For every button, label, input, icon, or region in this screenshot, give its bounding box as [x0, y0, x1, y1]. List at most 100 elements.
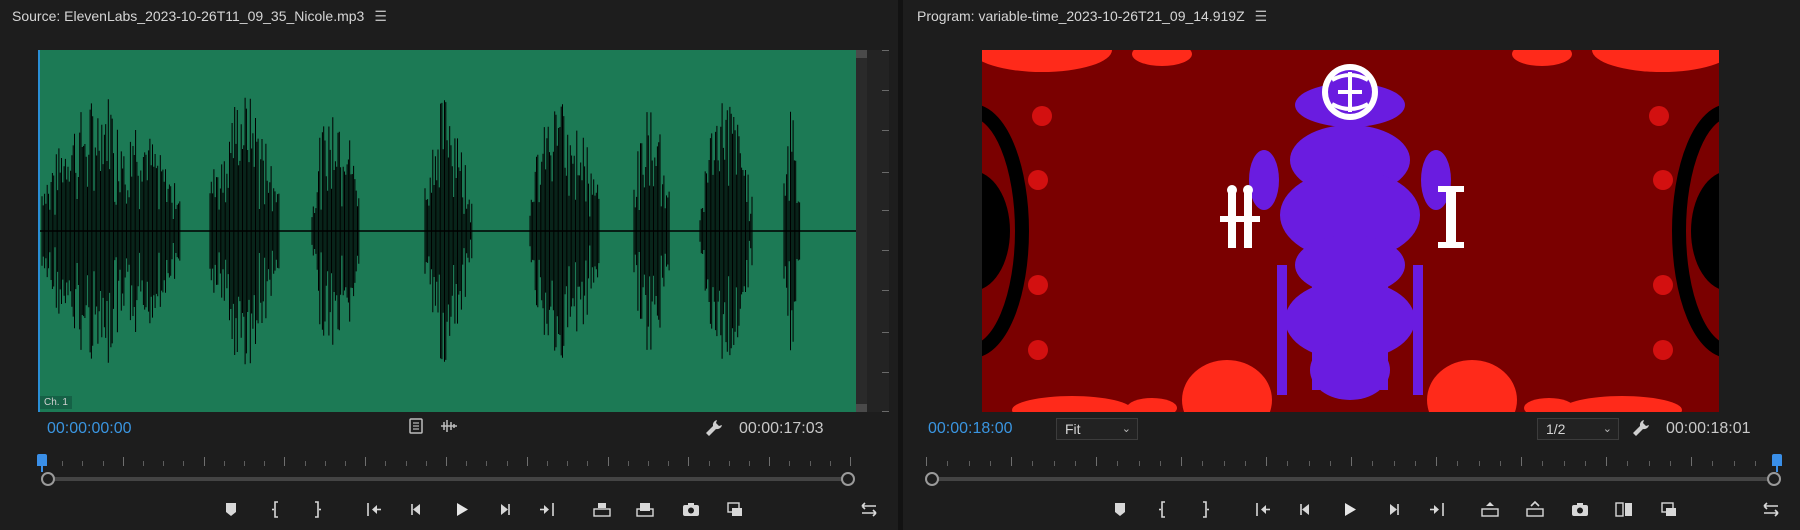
program-current-timecode[interactable]: 00:00:18:00	[928, 420, 1013, 438]
source-duration-timecode: 00:00:17:03	[739, 420, 824, 437]
waveform-graphic	[40, 97, 858, 365]
video-frame-graphic	[982, 50, 1719, 412]
time-ruler-tick	[648, 461, 649, 466]
go-to-in-button[interactable]	[1252, 498, 1276, 522]
scrollbar-top-handle[interactable]	[856, 50, 867, 58]
mark-out-button[interactable]	[1193, 498, 1217, 522]
play-button[interactable]	[450, 498, 474, 522]
go-to-out-button[interactable]	[1425, 498, 1449, 522]
time-ruler-tick	[1351, 457, 1352, 466]
ruler-tick	[882, 50, 889, 51]
scrollbar-bottom-handle[interactable]	[856, 404, 867, 412]
button-editor-icon	[1761, 500, 1781, 520]
lift-button[interactable]	[1478, 498, 1502, 522]
waveform-vertical-scrollbar[interactable]	[856, 50, 867, 412]
program-zoom-scrollbar[interactable]	[932, 477, 1772, 481]
step-forward-button[interactable]	[1382, 498, 1406, 522]
go-to-in-icon	[365, 500, 385, 520]
time-ruler-tick	[264, 461, 266, 466]
time-ruler-tick	[1691, 457, 1692, 466]
time-ruler-tick	[1648, 461, 1650, 466]
time-ruler-tick	[102, 461, 104, 466]
time-ruler-tick	[688, 457, 690, 466]
source-title-text: Source: ElevenLabs_2023-10-26T11_09_35_N…	[12, 8, 365, 24]
hamburger-icon[interactable]: ☰	[1255, 8, 1268, 24]
source-zoom-scrollbar[interactable]	[48, 477, 846, 481]
audio-waveform[interactable]	[38, 50, 858, 412]
go-to-in-button[interactable]	[363, 498, 387, 522]
time-ruler-tick	[1138, 461, 1140, 466]
step-back-button[interactable]	[1294, 498, 1318, 522]
hamburger-icon[interactable]: ☰	[374, 8, 387, 24]
step-forward-button[interactable]	[493, 498, 517, 522]
program-time-ruler[interactable]	[926, 456, 1777, 466]
toggle-proxies-button[interactable]	[723, 498, 747, 522]
drag-audio-only-icon[interactable]	[440, 419, 458, 433]
export-frame-icon	[1570, 500, 1590, 520]
toggle-proxies-button[interactable]	[1657, 498, 1681, 522]
time-ruler-tick	[405, 461, 407, 466]
channel-label: Ch. 1	[40, 396, 72, 409]
button-editor-button[interactable]	[1759, 498, 1783, 522]
time-ruler-tick	[708, 461, 710, 466]
playback-resolution-select[interactable]: 1/2 ⌄	[1537, 418, 1619, 440]
mark-out-icon	[307, 500, 327, 520]
insert-button[interactable]	[590, 498, 614, 522]
time-ruler-tick	[1606, 457, 1607, 466]
mark-in-button[interactable]	[266, 498, 290, 522]
program-zoom-right-handle[interactable]	[1767, 472, 1781, 486]
program-zoom-left-handle[interactable]	[925, 472, 939, 486]
program-video-frame[interactable]	[982, 50, 1719, 412]
comparison-view-button[interactable]	[1612, 498, 1636, 522]
chevron-down-icon: ⌄	[1121, 423, 1131, 435]
time-ruler-tick	[122, 457, 124, 466]
source-playhead[interactable]	[37, 454, 47, 472]
extract-button[interactable]	[1523, 498, 1547, 522]
chevron-down-icon: ⌄	[1602, 423, 1612, 435]
program-playhead[interactable]	[1772, 454, 1782, 472]
play-icon	[452, 500, 472, 520]
insert-icon	[592, 500, 612, 520]
button-editor-button[interactable]	[857, 498, 881, 522]
play-button[interactable]	[1338, 498, 1362, 522]
time-ruler-tick	[926, 457, 927, 466]
source-time-ruler[interactable]	[42, 456, 851, 466]
export-frame-button[interactable]	[679, 498, 703, 522]
export-frame-button[interactable]	[1568, 498, 1592, 522]
add-marker-button[interactable]	[1109, 498, 1133, 522]
source-zoom-left-handle[interactable]	[41, 472, 55, 486]
time-ruler-tick	[829, 461, 831, 466]
time-ruler-tick	[547, 461, 548, 466]
settings-wrench-icon[interactable]	[1631, 418, 1651, 438]
time-ruler-tick	[789, 461, 791, 466]
ruler-tick	[882, 210, 889, 211]
add-marker-button[interactable]	[220, 498, 244, 522]
time-ruler-tick	[1244, 461, 1246, 466]
drag-video-only-icon[interactable]	[408, 418, 424, 434]
time-ruler-tick	[1096, 457, 1097, 466]
ruler-tick	[882, 250, 889, 251]
time-ruler-tick	[627, 461, 629, 466]
export-frame-icon	[681, 500, 701, 520]
step-back-button[interactable]	[405, 498, 429, 522]
time-ruler-tick	[385, 461, 387, 466]
time-ruler-tick	[1499, 461, 1501, 466]
source-monitor: Source: ElevenLabs_2023-10-26T11_09_35_N…	[0, 0, 898, 530]
playback-resolution-value: 1/2	[1546, 421, 1566, 437]
time-ruler-tick	[1542, 461, 1544, 466]
overwrite-icon	[635, 500, 655, 520]
mark-in-button[interactable]	[1153, 498, 1177, 522]
time-ruler-tick	[1117, 461, 1119, 466]
go-to-out-icon	[537, 500, 557, 520]
fit-zoom-select[interactable]: Fit ⌄	[1056, 418, 1138, 440]
program-duration-timecode: 00:00:18:01	[1666, 420, 1751, 437]
overwrite-button[interactable]	[633, 498, 657, 522]
settings-wrench-icon[interactable]	[704, 418, 724, 438]
mark-out-button[interactable]	[305, 498, 329, 522]
go-to-out-button[interactable]	[535, 498, 559, 522]
ruler-tick	[882, 130, 889, 131]
go-to-in-icon	[1254, 500, 1274, 520]
source-zoom-right-handle[interactable]	[841, 472, 855, 486]
time-ruler-tick	[850, 457, 851, 466]
source-current-timecode[interactable]: 00:00:00:00	[47, 420, 132, 438]
